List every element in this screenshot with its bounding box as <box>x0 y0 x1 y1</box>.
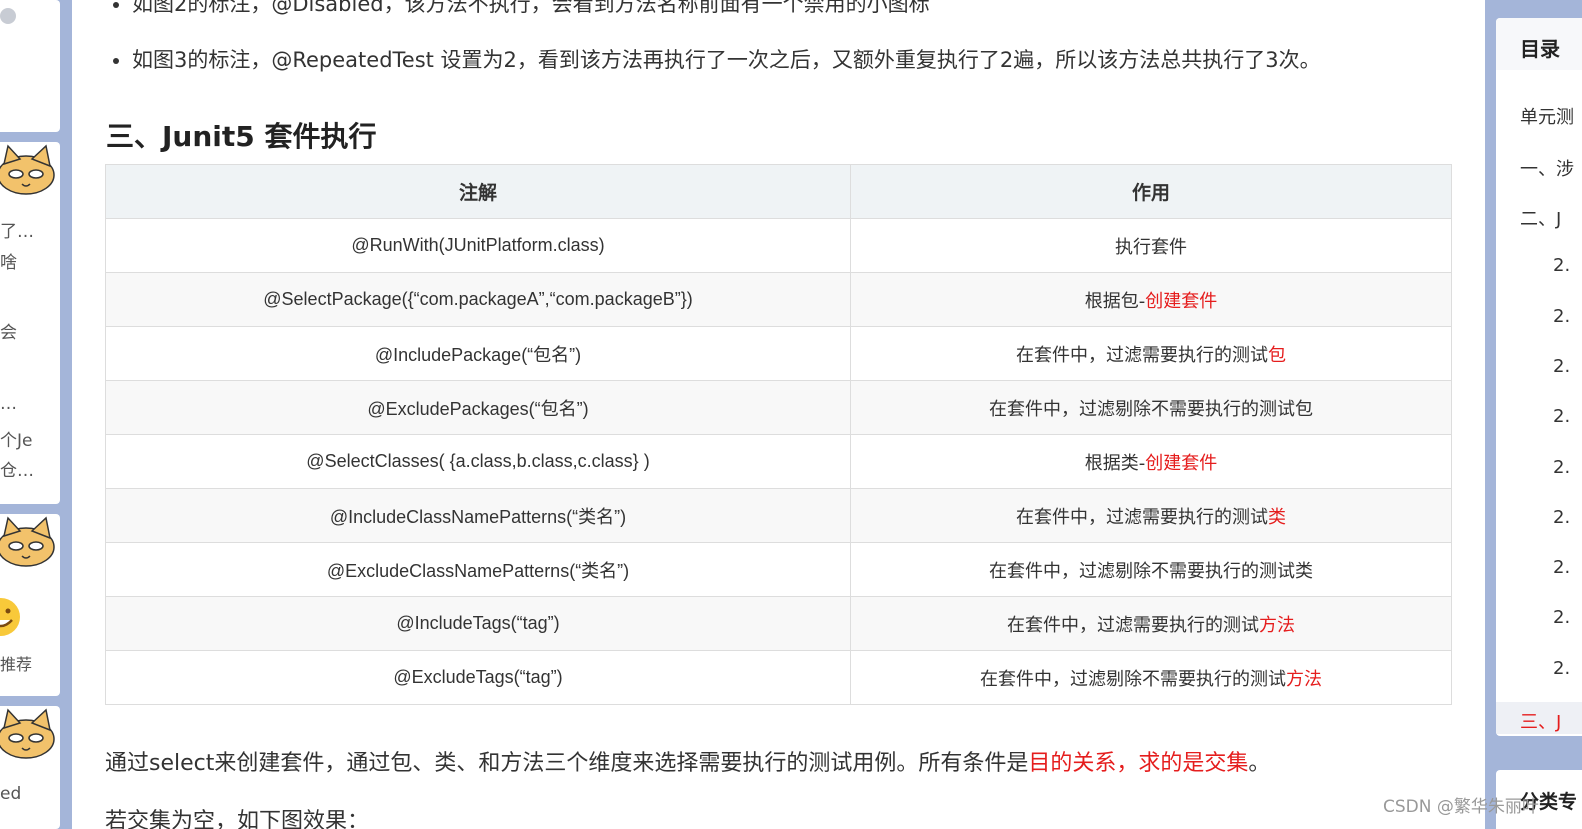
effect-cell: 在套件中，过滤剔除不需要执行的测试方法 <box>850 650 1452 705</box>
toc-header: 目录 <box>1496 18 1582 70</box>
effect-highlight: 方法 <box>1259 614 1295 636</box>
table-row: @IncludeClassNamePatterns(“类名”) 在套件中，过滤需要… <box>105 488 1452 543</box>
effect-cell: 在套件中，过滤剔除不需要执行的测试类 <box>850 542 1452 597</box>
comment-snippet: 会 <box>0 323 17 343</box>
effect-highlight: 创建套件 <box>1145 452 1218 474</box>
effect-text: 在套件中，过滤剔除不需要执行的测试包 <box>989 398 1313 420</box>
toc-item[interactable]: 二、J <box>1520 205 1561 231</box>
section-title: 三、Junit5 套件执行 <box>106 120 377 153</box>
cat-avatar-icon[interactable] <box>0 144 58 196</box>
toc-item[interactable]: 2. <box>1553 507 1570 528</box>
column-header-annotation: 注解 <box>105 164 851 219</box>
table-row: @ExcludePackages(“包名”) 在套件中，过滤剔除不需要执行的测试包 <box>105 380 1452 435</box>
toc-item[interactable]: 2. <box>1553 557 1570 578</box>
cat-avatar-icon[interactable] <box>0 708 58 760</box>
effect-cell: 根据类-创建套件 <box>850 434 1452 489</box>
effect-highlight: 方法 <box>1286 668 1322 690</box>
effect-text: 在套件中，过滤需要执行的测试 <box>1016 506 1268 528</box>
toc-panel: 目录 单元测一、涉二、J 2. 2. 2. 2. 2. 2. 2. 2. 2. 三、J <box>1496 18 1582 736</box>
effect-text: 在套件中，过滤需要执行的测试 <box>1016 344 1268 366</box>
effect-cell: 在套件中，过滤需要执行的测试类 <box>850 488 1452 543</box>
toc-item[interactable]: 2. <box>1553 607 1570 628</box>
toc-item[interactable]: 2. <box>1553 255 1570 276</box>
effect-text: 在套件中，过滤剔除不需要执行的测试类 <box>989 560 1313 582</box>
comment-snippet: ed <box>0 784 22 804</box>
effect-text: 在套件中，过滤剔除不需要执行的测试 <box>980 668 1286 690</box>
watermark: CSDN @繁华朱丽叶 <box>1383 797 1539 817</box>
annotation-cell: @SelectClasses( {a.class,b.class,c.class… <box>105 434 851 489</box>
annotation-cell: @IncludeTags(“tag”) <box>105 596 851 651</box>
toc-item[interactable]: 2. <box>1553 306 1570 327</box>
comment-snippet: 个Je <box>0 431 33 451</box>
sidebar-card-comments: 了… 啥 会 … 个Je 仓… <box>0 142 60 504</box>
toc-item[interactable]: 2. <box>1553 658 1570 679</box>
settings-icon[interactable] <box>0 8 16 24</box>
sidebar-card-bottom: ed <box>0 706 60 829</box>
effect-text: 在套件中，过滤需要执行的测试 <box>1007 614 1259 636</box>
effect-cell: 执行套件 <box>850 218 1452 273</box>
effect-cell: 在套件中，过滤需要执行的测试包 <box>850 326 1452 381</box>
effect-highlight: 包 <box>1268 344 1286 366</box>
effect-text: 根据类- <box>1084 452 1146 474</box>
annotation-cell: @ExcludeTags(“tag”) <box>105 650 851 705</box>
annotation-cell: @IncludePackage(“包名”) <box>105 326 851 381</box>
table-row: @SelectClasses( {a.class,b.class,c.class… <box>105 434 1452 489</box>
annotation-table: 注解 作用 @RunWith(JUnitPlatform.class) 执行套件 @… <box>105 164 1452 705</box>
effect-cell: 根据包-创建套件 <box>850 272 1452 327</box>
sidebar-card-recommend: 推荐 <box>0 514 60 696</box>
toc-item[interactable]: 2. <box>1553 457 1570 478</box>
annotation-cell: @RunWith(JUnitPlatform.class) <box>105 218 851 273</box>
toc-title: 目录 <box>1520 37 1560 61</box>
table-row: @SelectPackage({“com.packageA”,“com.pack… <box>105 272 1452 327</box>
table-row: @ExcludeClassNamePatterns(“类名”) 在套件中，过滤剔除… <box>105 542 1452 597</box>
effect-text: 根据包- <box>1084 290 1146 312</box>
annotation-cell: @ExcludeClassNamePatterns(“类名”) <box>105 542 851 597</box>
toc-item[interactable]: 单元测 <box>1520 103 1574 129</box>
toc-item[interactable]: 2. <box>1553 356 1570 377</box>
cat-avatar-icon[interactable] <box>0 516 58 568</box>
effect-highlight: 类 <box>1268 506 1286 528</box>
recommend-label[interactable]: 推荐 <box>0 651 32 675</box>
comment-snippet: 了… <box>0 222 34 242</box>
table-row: @IncludeTags(“tag”) 在套件中，过滤需要执行的测试方法 <box>105 596 1452 651</box>
toc-item[interactable]: 一、涉 <box>1520 155 1574 181</box>
annotation-cell: @SelectPackage({“com.packageA”,“com.pack… <box>105 272 851 327</box>
paragraph-highlight: 目的关系，求的是交集 <box>1028 751 1249 776</box>
effect-cell: 在套件中，过滤需要执行的测试方法 <box>850 596 1452 651</box>
table-header-row: 注解 作用 <box>105 164 1452 219</box>
annotation-cell: @IncludeClassNamePatterns(“类名”) <box>105 488 851 543</box>
sidebar-card-top <box>0 0 60 132</box>
table-row: @RunWith(JUnitPlatform.class) 执行套件 <box>105 218 1452 273</box>
annotation-cell: @ExcludePackages(“包名”) <box>105 380 851 435</box>
paragraph-end: 。 <box>1248 751 1271 776</box>
left-sidebar: 了… 啥 会 … 个Je 仓… 推荐 ed <box>0 0 60 829</box>
comment-snippet: … <box>0 394 17 414</box>
table-row: @IncludePackage(“包名”) 在套件中，过滤需要执行的测试包 <box>105 326 1452 381</box>
column-header-effect: 作用 <box>850 164 1452 219</box>
toc-item[interactable]: 2. <box>1553 406 1570 427</box>
next-paragraph: 若交集为空，如下图效果： <box>105 809 370 829</box>
comment-snippet: 啥 <box>0 253 17 273</box>
bullet-item: 如图3的标注，@RepeatedTest 设置为2，看到该方法再执行了一次之后，… <box>132 44 1321 74</box>
effect-cell: 在套件中，过滤剔除不需要执行的测试包 <box>850 380 1452 435</box>
table-row: @ExcludeTags(“tag”) 在套件中，过滤剔除不需要执行的测试方法 <box>105 650 1452 705</box>
summary-paragraph: 通过select来创建套件，通过包、类、和方法三个维度来选择需要执行的测试用例。… <box>105 745 1270 777</box>
comment-snippet: 仓… <box>0 461 34 481</box>
toc-item[interactable]: 三、J <box>1520 708 1561 734</box>
effect-highlight: 创建套件 <box>1145 290 1218 312</box>
emoji-icon[interactable] <box>0 596 22 638</box>
effect-text: 执行套件 <box>1115 236 1187 258</box>
article-content: 如图2的标注，@Disabled，该方法不执行，会看到方法名称前面有一个禁用的小… <box>72 0 1485 829</box>
paragraph-text: 通过select来创建套件，通过包、类、和方法三个维度来选择需要执行的测试用例。… <box>105 751 1029 776</box>
bullet-item: 如图2的标注，@Disabled，该方法不执行，会看到方法名称前面有一个禁用的小… <box>132 0 930 18</box>
